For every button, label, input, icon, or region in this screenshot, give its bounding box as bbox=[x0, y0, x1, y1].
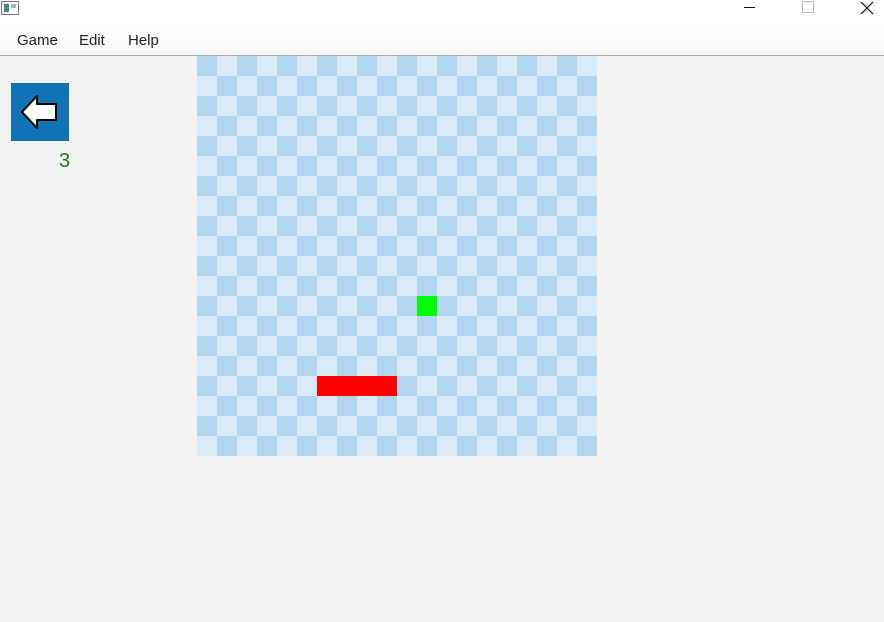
menu-bar: Game Edit Help bbox=[0, 24, 884, 56]
title-bar bbox=[0, 0, 884, 24]
snake-segment bbox=[317, 376, 337, 396]
minimize-button[interactable] bbox=[726, 0, 772, 24]
score-counter: 3 bbox=[59, 150, 71, 172]
close-button[interactable] bbox=[843, 0, 884, 24]
maximize-button[interactable] bbox=[785, 0, 831, 24]
menu-help[interactable]: Help bbox=[128, 32, 159, 49]
arrow-left-icon bbox=[21, 95, 57, 129]
snake-segment bbox=[337, 376, 357, 396]
snake-segment bbox=[357, 376, 377, 396]
back-button[interactable] bbox=[11, 83, 69, 141]
close-icon bbox=[860, 1, 874, 15]
app-icon bbox=[1, 1, 19, 15]
snake-segment bbox=[377, 376, 397, 396]
game-board[interactable] bbox=[197, 56, 597, 456]
menu-game[interactable]: Game bbox=[17, 32, 58, 49]
maximize-icon bbox=[802, 1, 814, 13]
menu-edit[interactable]: Edit bbox=[79, 32, 105, 49]
food-pellet bbox=[417, 296, 437, 316]
minimize-icon bbox=[744, 7, 755, 8]
